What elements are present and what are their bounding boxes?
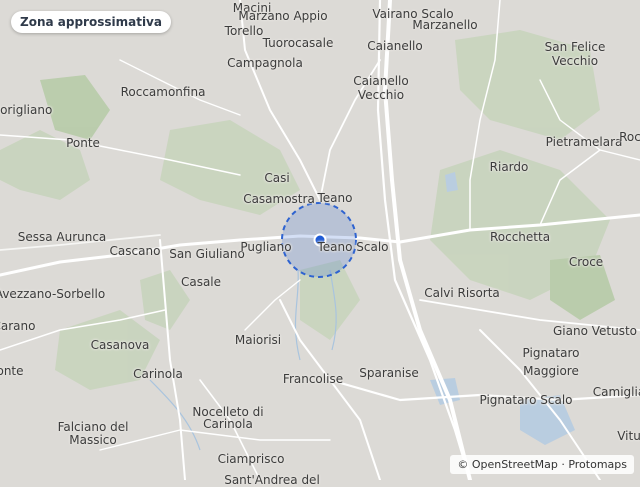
place-label-caianello-vecchio-2: Vecchio bbox=[357, 88, 405, 102]
place-label-san-giuliano: San Giuliano bbox=[169, 247, 245, 261]
place-label-marzano-appio: Marzano Appio bbox=[238, 9, 328, 23]
place-label-roccamonfina: Roccamonfina bbox=[120, 85, 206, 99]
place-label-teano-scalo: Teano Scalo bbox=[317, 240, 389, 254]
place-label-san-felice: San Felice bbox=[544, 40, 606, 54]
place-label-sant-andrea: Sant'Andrea del bbox=[224, 473, 320, 487]
place-label-pugliano: Pugliano bbox=[240, 240, 292, 254]
place-label-maiorisi: Maiorisi bbox=[234, 333, 282, 347]
place-label-calvi-risorta: Calvi Risorta bbox=[424, 286, 500, 300]
place-label-riardo: Riardo bbox=[489, 160, 529, 174]
place-label-campagnola: Campagnola bbox=[227, 56, 303, 70]
place-label-casanova: Casanova bbox=[90, 338, 150, 352]
place-label-giano-vetusto: Giano Vetusto bbox=[552, 324, 638, 338]
place-label-carinola: Carinola bbox=[133, 367, 183, 381]
place-label-francolise: Francolise bbox=[282, 372, 344, 386]
place-label-marzanello: Marzanello bbox=[412, 18, 478, 32]
place-label-sparanise: Sparanise bbox=[359, 366, 419, 380]
place-label-ciamprisco: Ciamprisco bbox=[217, 452, 285, 466]
map-attribution[interactable]: © OpenStreetMap · Protomaps bbox=[450, 455, 634, 474]
place-label-pietramelara: Pietramelara bbox=[545, 135, 623, 149]
place-label-vecchio-sf: Vecchio bbox=[551, 54, 599, 68]
place-label-teano: Teano bbox=[317, 191, 353, 205]
place-label-corigliano: Corigliano bbox=[0, 103, 53, 117]
place-label-ponte-2: onte bbox=[0, 364, 24, 378]
place-label-caianello: Caianello bbox=[367, 39, 423, 53]
place-label-caianello-vecchio-1: Caianello bbox=[353, 74, 409, 88]
place-label-croce: Croce bbox=[568, 255, 604, 269]
place-label-casi: Casi bbox=[264, 171, 290, 185]
place-label-vitu: Vitu bbox=[617, 429, 640, 443]
place-label-tuorocasale: Tuorocasale bbox=[262, 36, 334, 50]
place-label-avezzano-sorbello: Avezzano-Sorbello bbox=[0, 287, 106, 301]
place-label-rocc: Roc bbox=[619, 130, 640, 144]
place-label-cascano: Cascano bbox=[109, 244, 161, 258]
place-label-falciano-1: Falciano del bbox=[57, 420, 129, 434]
place-label-casamostra: Casamostra bbox=[243, 192, 315, 206]
place-label-torello: Torello bbox=[224, 24, 264, 38]
place-label-camiglia: Camiglia bbox=[592, 385, 640, 399]
place-label-pignataro: Pignataro bbox=[522, 346, 580, 360]
place-label-nocelleto-2: Carinola bbox=[203, 417, 253, 431]
place-label-ponte: Ponte bbox=[66, 136, 100, 150]
place-label-casale: Casale bbox=[180, 275, 222, 289]
place-label-sessa-aurunca: Sessa Aurunca bbox=[17, 230, 107, 244]
place-label-rocchetta: Rocchetta bbox=[489, 230, 551, 244]
approximate-zone-badge: Zona approssimativa bbox=[11, 11, 171, 33]
place-label-maggiore: Maggiore bbox=[523, 364, 579, 378]
place-label-falciano-2: Massico bbox=[69, 433, 117, 447]
place-label-pignataro-scalo: Pignataro Scalo bbox=[479, 393, 573, 407]
place-label-carano: Carano bbox=[0, 319, 36, 333]
